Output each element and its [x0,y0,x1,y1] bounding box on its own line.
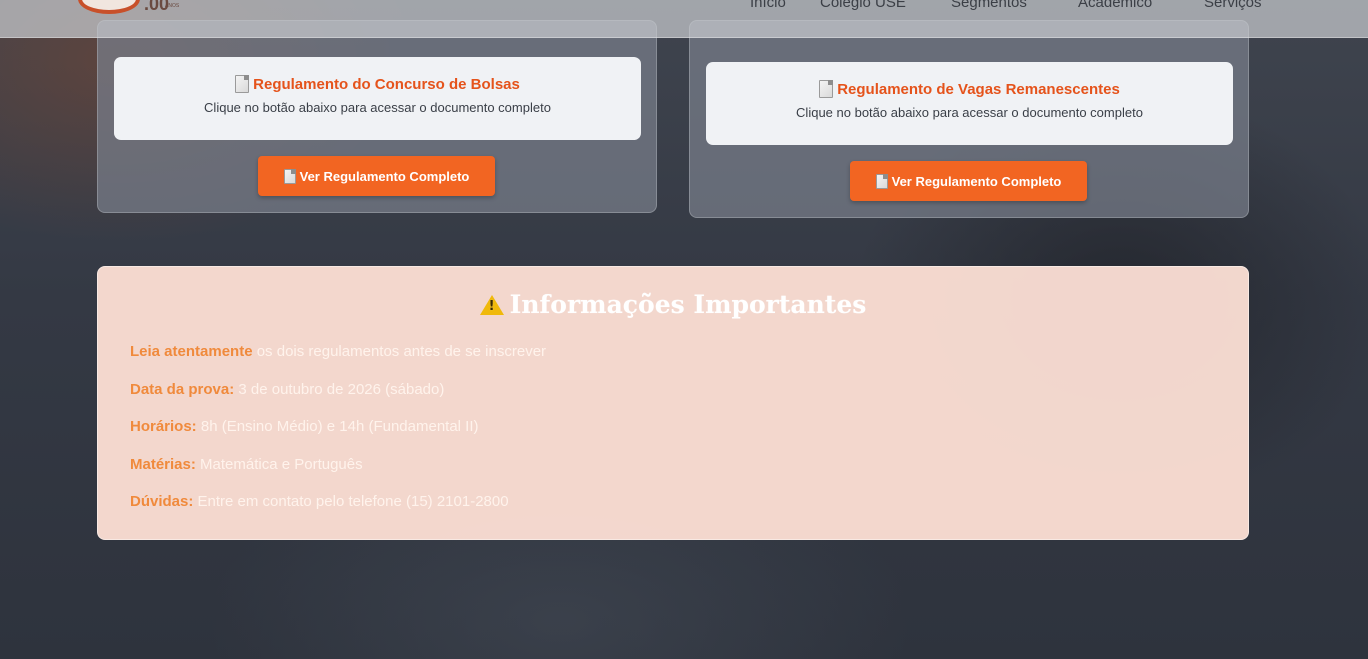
info-label: Leia atentamente [130,343,253,360]
list-item: Data da prova: 3 de outubro de 2026 (sáb… [130,381,546,419]
list-item: Dúvidas: Entre em contato pelo telefone … [130,493,546,531]
info-label: Matérias: [130,455,196,473]
view-regulation-button[interactable]: Ver Regulamento Completo [850,161,1087,201]
top-navigation-bar: .00 ANOS Início Colégio USE Segmentos Ac… [0,0,1368,38]
info-value: os dois regulamentos antes de se inscrev… [252,343,547,360]
button-label: Ver Regulamento Completo [891,173,1062,189]
info-value: Entre em contato pelo telefone (15) 2101… [193,493,509,511]
view-regulation-button[interactable]: Ver Regulamento Completo [258,156,495,196]
document-description: Clique no botão abaixo para acessar o do… [796,105,1143,120]
regulation-panel-vagas: Regulamento de Vagas Remanescentes Cliqu… [689,20,1249,218]
document-icon [283,168,296,184]
info-value: 3 de outubro de 2026 (sábado) [234,380,445,398]
list-item: Matérias: Matemática e Português [130,456,546,494]
document-title: Regulamento de Vagas Remanescentes [837,80,1120,98]
document-icon [235,75,250,93]
document-card: Regulamento de Vagas Remanescentes Cliqu… [706,62,1233,145]
nav-item-servicos[interactable]: Serviços [1204,0,1262,11]
document-description: Clique no botão abaixo para acessar o do… [204,100,551,115]
info-value: Matemática e Português [195,455,363,473]
document-icon [819,80,834,98]
nav-item-inicio[interactable]: Início [750,0,786,11]
regulation-panel-bolsas: Regulamento do Concurso de Bolsas Clique… [97,20,657,213]
nav-item-colegio[interactable]: Colégio USE [820,0,906,11]
info-title: Informações Importantes [509,290,867,319]
nav-item-segmentos[interactable]: Segmentos [951,0,1027,11]
important-info-box: Informações Importantes Leia atentamente… [97,266,1249,540]
info-value: 8h (Ensino Médio) e 14h (Fundamental II) [196,418,479,436]
document-title: Regulamento do Concurso de Bolsas [253,75,520,93]
warning-icon [479,294,504,315]
document-title-row: Regulamento do Concurso de Bolsas [114,75,641,93]
button-label: Ver Regulamento Completo [299,168,470,184]
info-title-row: Informações Importantes [98,290,1248,319]
nav-item-academico[interactable]: Acadêmico [1078,0,1152,11]
info-label: Horários: [130,418,197,436]
info-label: Dúvidas: [130,493,194,511]
main-nav: Início Colégio USE Segmentos Acadêmico S… [0,0,1368,14]
info-label: Data da prova: [130,380,235,398]
document-title-row: Regulamento de Vagas Remanescentes [706,80,1233,98]
document-card: Regulamento do Concurso de Bolsas Clique… [114,57,641,140]
list-item: Horários: 8h (Ensino Médio) e 14h (Funda… [130,418,546,456]
list-item: Leia atentamente os dois regulamentos an… [130,343,546,381]
info-list: Leia atentamente os dois regulamentos an… [130,343,546,531]
document-icon [875,173,888,189]
